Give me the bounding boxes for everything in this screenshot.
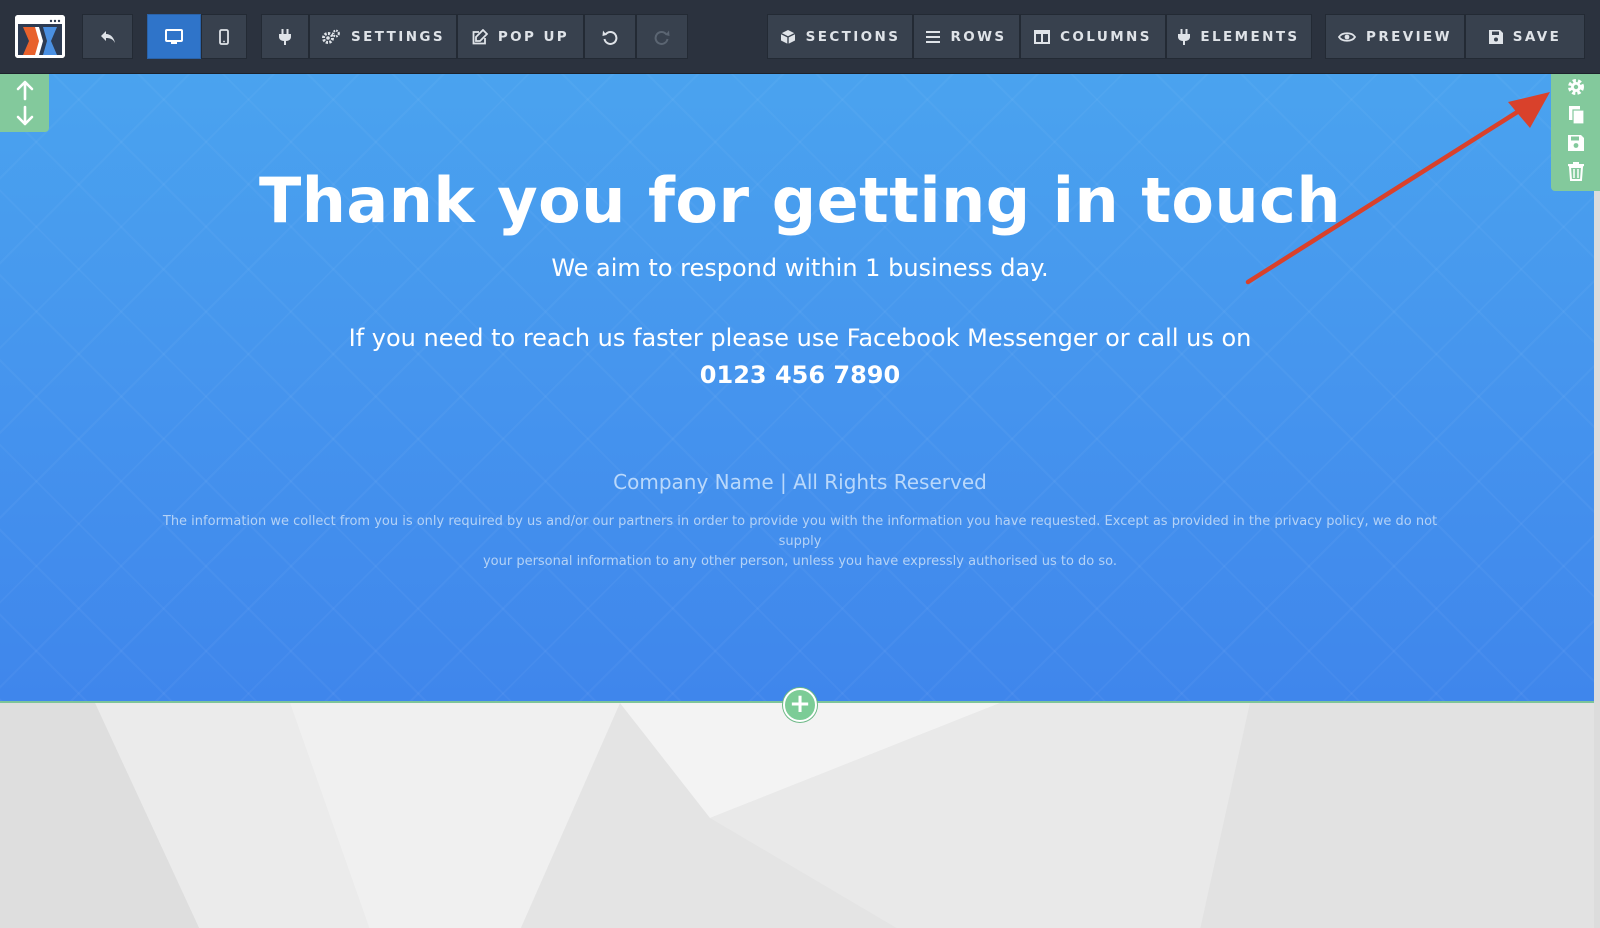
preview-button[interactable]: PREVIEW (1325, 14, 1465, 59)
redo-icon (654, 30, 670, 45)
rows-label: ROWS (950, 28, 1007, 45)
sections-label: SECTIONS (805, 28, 901, 45)
scrollbar-track[interactable] (1594, 191, 1600, 928)
redo-button[interactable] (636, 14, 688, 59)
rows-button[interactable]: ROWS (913, 14, 1020, 59)
desktop-icon (165, 28, 183, 44)
back-button[interactable] (82, 14, 133, 59)
polygon-background (0, 703, 1600, 928)
popup-label: POP UP (497, 28, 570, 45)
eye-icon (1338, 31, 1357, 42)
columns-icon (1034, 29, 1051, 44)
arrow-up-icon[interactable] (14, 79, 36, 101)
app-logo[interactable] (15, 15, 65, 58)
plug-icon (279, 28, 291, 45)
sections-button[interactable]: SECTIONS (767, 14, 913, 59)
plug-icon (1178, 28, 1191, 45)
settings-button[interactable]: SETTINGS (309, 14, 457, 59)
next-section[interactable] (0, 701, 1600, 928)
floppy-disk-icon (1488, 29, 1503, 44)
desktop-view-button[interactable] (147, 14, 201, 59)
privacy-disclaimer[interactable]: The information we collect from you is o… (160, 512, 1440, 572)
gear-icon[interactable] (1565, 76, 1587, 98)
annotation-arrow-icon (1245, 92, 1550, 285)
add-section-button[interactable]: + (783, 688, 817, 722)
phone-number[interactable]: 0123 456 7890 (0, 361, 1600, 389)
integrations-button[interactable] (261, 14, 309, 59)
trash-icon[interactable] (1565, 160, 1587, 182)
mobile-view-button[interactable] (201, 14, 247, 59)
section-move-handle (0, 74, 49, 132)
save-button[interactable]: SAVE (1465, 14, 1585, 59)
gears-icon (322, 29, 340, 44)
cube-icon (780, 29, 795, 44)
arrow-down-icon[interactable] (14, 105, 36, 127)
settings-label: SETTINGS (351, 28, 445, 45)
elements-label: ELEMENTS (1200, 28, 1300, 45)
preview-label: PREVIEW (1366, 28, 1452, 45)
copy-icon[interactable] (1565, 104, 1587, 126)
edit-external-icon (472, 28, 488, 44)
disclaimer-line: your personal information to any other p… (482, 554, 1118, 569)
disclaimer-line: The information we collect from you is o… (162, 514, 1438, 549)
mobile-icon (219, 28, 229, 45)
company-footer[interactable]: Company Name | All Rights Reserved (0, 470, 1600, 494)
undo-button[interactable] (584, 14, 636, 59)
floppy-disk-icon[interactable] (1565, 132, 1587, 154)
save-label: SAVE (1512, 28, 1562, 45)
elements-button[interactable]: ELEMENTS (1166, 14, 1312, 59)
bars-icon (926, 30, 941, 43)
popup-button[interactable]: POP UP (457, 14, 584, 59)
columns-button[interactable]: COLUMNS (1020, 14, 1166, 59)
clickfunnels-logo-icon (15, 15, 65, 58)
columns-label: COLUMNS (1060, 28, 1152, 45)
reply-arrow-icon (100, 30, 115, 43)
editor-toolbar: SETTINGS POP UP SECTIONS ROWS COLUMNS EL… (0, 0, 1600, 74)
undo-icon (602, 30, 618, 45)
contact-text[interactable]: If you need to reach us faster please us… (0, 324, 1600, 352)
